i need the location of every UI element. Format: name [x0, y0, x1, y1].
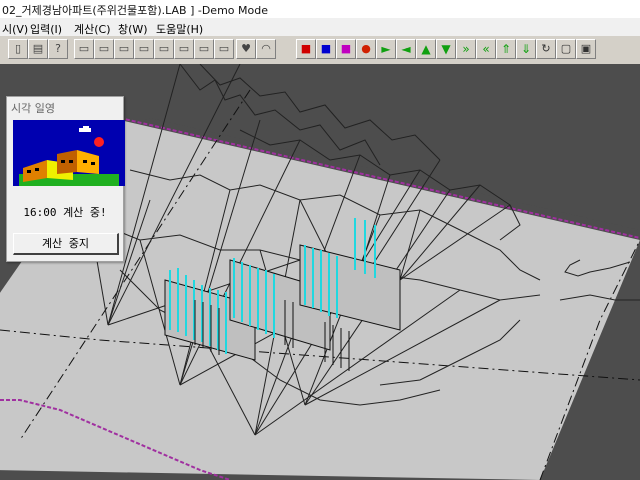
doc-icon-2[interactable]: ▭: [94, 39, 114, 59]
menu-item-window[interactable]: 창(W): [118, 21, 148, 37]
doc-icon-7[interactable]: ▭: [194, 39, 214, 59]
dome-icon[interactable]: ◠: [256, 39, 276, 59]
arrow-right-icon[interactable]: ►: [376, 39, 396, 59]
doc-icon-1[interactable]: ▭: [74, 39, 94, 59]
sun-shadow-panel: 시각 일영 16:00 계산 중! 계산 중지: [6, 96, 125, 262]
monitor-magenta-icon[interactable]: ■: [336, 39, 356, 59]
double-up-icon[interactable]: ⇑: [496, 39, 516, 59]
new-file-icon[interactable]: ▯: [8, 39, 28, 59]
window-title: 02_거제경남아파트(주위건물포함).LAB ] -Demo Mode: [2, 4, 268, 17]
box-icon[interactable]: ▢: [556, 39, 576, 59]
toolbar: ▯ ▤ ? ▭ ▭ ▭ ▭ ▭ ▭ ▭ ▭ ♥ ◠ ■ ■ ■ ● ► ◄ ▲ …: [0, 36, 640, 65]
doc-icon-5[interactable]: ▭: [154, 39, 174, 59]
monitor-red-icon[interactable]: ■: [296, 39, 316, 59]
menu-item-view[interactable]: 시(V): [2, 21, 28, 37]
rotate-icon[interactable]: ↻: [536, 39, 556, 59]
doc-icon-4[interactable]: ▭: [134, 39, 154, 59]
doc-icon-6[interactable]: ▭: [174, 39, 194, 59]
arrow-down-icon[interactable]: ▼: [436, 39, 456, 59]
sphere-red-icon[interactable]: ●: [356, 39, 376, 59]
title-bar: 02_거제경남아파트(주위건물포함).LAB ] -Demo Mode: [0, 0, 640, 19]
menu-bar: 시(V) 입력(I) 계산(C) 창(W) 도움말(H): [0, 18, 640, 36]
menu-item-help[interactable]: 도움말(H): [156, 21, 203, 37]
box3d-icon[interactable]: ▣: [576, 39, 596, 59]
doc-icon-8[interactable]: ▭: [214, 39, 234, 59]
menu-item-input[interactable]: 입력(I): [30, 21, 62, 37]
doc-icon-3[interactable]: ▭: [114, 39, 134, 59]
sun-building-icon: [13, 120, 125, 186]
heart-icon[interactable]: ♥: [236, 39, 256, 59]
help-icon[interactable]: ?: [48, 39, 68, 59]
double-right-icon[interactable]: »: [456, 39, 476, 59]
arrow-left-icon[interactable]: ◄: [396, 39, 416, 59]
calc-status: 16:00 계산 중!: [23, 206, 107, 219]
stop-calc-button[interactable]: 계산 중지: [13, 233, 119, 255]
double-left-icon[interactable]: «: [476, 39, 496, 59]
double-down-icon[interactable]: ⇓: [516, 39, 536, 59]
arrow-up-icon[interactable]: ▲: [416, 39, 436, 59]
print-preview-icon[interactable]: ▤: [28, 39, 48, 59]
monitor-blue-icon[interactable]: ■: [316, 39, 336, 59]
panel-title: 시각 일영: [11, 102, 55, 115]
menu-item-calc[interactable]: 계산(C): [74, 21, 111, 37]
